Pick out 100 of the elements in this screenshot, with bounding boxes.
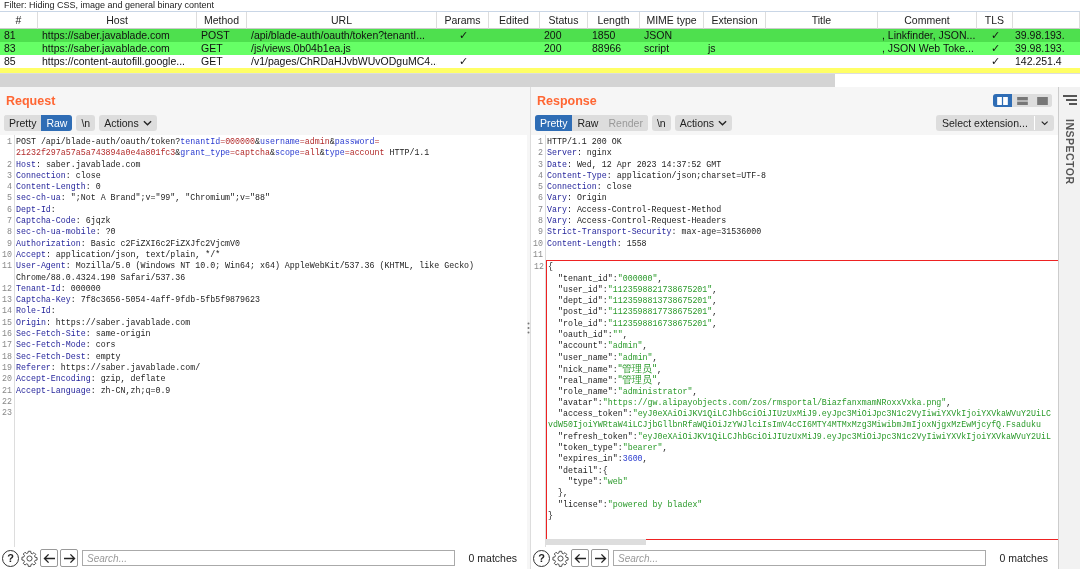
table-cell: https://saber.javablade.com [42, 42, 170, 54]
caret-icon [142, 120, 152, 126]
table-cell: , JSON Web Toke... [882, 42, 974, 54]
line-number: 20 [1, 373, 13, 385]
code-line: Vary: Origin [547, 192, 607, 204]
code-line: Chrome/88.0.4324.190 Safari/537.36 [16, 271, 186, 283]
code-line: Strict-Transport-Security: max-age=31536000 [547, 226, 762, 238]
line-number: 8 [6, 226, 13, 238]
code-line: Origin: https://saber.javablade.com [16, 316, 191, 329]
caret-icon [718, 120, 728, 126]
line-number: 10 [1, 248, 13, 261]
code-line: }, [556, 487, 568, 499]
scrollbar[interactable] [0, 73, 1080, 87]
code-line: 21232f297a57a5a743894a0e4a801fc3&grant_type=captcha&scope=all&type=account HTTP/1.1 [16, 147, 430, 159]
table-cell: 81 [4, 29, 16, 41]
code-line: Date: Wed, 12 Apr 2023 14:37:52 GMT [547, 158, 722, 170]
table-cell: GET [201, 42, 223, 54]
help-button[interactable]: ? [2, 549, 19, 567]
view-tab[interactable]: Raw [41, 115, 73, 131]
line-number: 13 [1, 294, 13, 306]
line-number: 2 [6, 158, 13, 170]
right-arrow-icon [62, 552, 76, 564]
table-cell: 142.251.4 [1015, 55, 1062, 67]
line-number: 12 [1, 282, 13, 295]
menu-icon[interactable] [1062, 95, 1077, 105]
help-button[interactable]: ? [533, 549, 550, 567]
code-line: sec-ch-ua-mobile: ?0 [16, 226, 116, 238]
drag-handle-icon[interactable] [527, 322, 530, 334]
code-line: Authorization: Basic c2FiZXI6c2FiZXJfc2VjcmV0 [16, 237, 241, 249]
code-line: Connection: close [547, 181, 632, 193]
code-line: "nick_name":"管理员", [556, 362, 662, 375]
view-tab[interactable]: Pretty [535, 115, 573, 131]
inspector-tab[interactable]: INSPECTOR [1063, 119, 1076, 185]
line-number: 5 [6, 192, 13, 204]
code-line: "user_id":"1123598821738675201", [556, 283, 718, 296]
line-number: 8 [537, 215, 544, 227]
table-cell: /api/blade-auth/oauth/token?tenantI... [251, 29, 425, 41]
actions-button[interactable]: Actions [674, 115, 733, 131]
table-cell: 88966 [592, 42, 622, 54]
code-line: "type":"web" [566, 475, 628, 488]
code-line: { [548, 261, 553, 273]
actions-button[interactable]: Actions [99, 115, 157, 131]
table-cell: js [708, 42, 716, 54]
line-number: 11 [1, 260, 13, 272]
left-arrow-icon [573, 552, 587, 564]
forward-button[interactable] [60, 549, 78, 567]
code-line: "avatar":"https://gw.alipayobjects.com/zos/rmsportal/BiazfanxmamNRoxxVxka.png", [556, 396, 952, 409]
back-button[interactable] [40, 549, 58, 567]
table-cell: POST [201, 29, 230, 41]
code-line: "license":"powered by bladex" [556, 498, 703, 510]
settings-icon[interactable] [21, 549, 38, 567]
line-number: 18 [1, 350, 13, 362]
table-cell: 200 [544, 42, 562, 54]
scrollbar[interactable] [546, 539, 646, 545]
table-cell: /js/views.0b04b1ea.js [251, 42, 351, 54]
code-line: Vary: Access-Control-Request-Headers [547, 215, 727, 227]
table-cell: 83 [4, 42, 16, 54]
settings-icon[interactable] [552, 549, 569, 567]
line-number: 22 [1, 395, 13, 408]
table-cell: 39.98.193. [1015, 29, 1065, 41]
code-line: "refresh_token":"eyJ0eXAiOiJKV1QiLCJhbGciOiJIUzUxMiJ9.eyJpc3MiOiJpc3N1c2VyIiwiYXVkIjoiYXVkaWVuY2UiL [556, 430, 1051, 442]
code-line: Dept-Id: [16, 203, 56, 216]
line-number: 16 [1, 328, 13, 340]
line-number: 10 [532, 237, 544, 249]
filter-bar[interactable]: Filter: Hiding CSS, image and general binary content [0, 0, 1080, 12]
code-line: vdW50IjoiYWRtaW4iLCJjbGllbnRfaWQiOiJzYWJlciIsImV4cCI6MTY4MTMxMzg3MiwibmJmIjoxNjgxMzEwMjcyfQ.Fsaduku [548, 419, 1041, 431]
code-line: Captcha-Key: 7f8c3656-5054-4aff-9fdb-5fb5f9879623 [16, 294, 260, 306]
back-button[interactable] [571, 549, 589, 567]
table-row[interactable]: 81 https://saber.javablade.com POST /api/blade-auth/oauth/token?tenantI... ✓ 200 1850 JSON , Linkfinder, JSON... ✓ 39.98.193. [0, 29, 1080, 42]
search-field[interactable]: Search... [613, 550, 986, 566]
newline-button[interactable]: \n [651, 115, 671, 131]
table-cell: script [644, 42, 670, 54]
left-arrow-icon [42, 552, 56, 564]
newline-button[interactable]: \n [76, 115, 96, 131]
table-row[interactable]: 83 https://saber.javablade.com GET /js/views.0b04b1ea.js 200 88966 script js , JSON Web Toke... ✓ 39.98.193. [0, 42, 1080, 55]
line-number: 5 [537, 181, 544, 193]
table-cell: , Linkfinder, JSON... [882, 29, 976, 41]
table-cell: ✓ [990, 29, 1000, 41]
match-count: 0 matches [467, 552, 518, 564]
code-line: Role-Id: [16, 305, 56, 317]
code-line: Connection: close [16, 169, 101, 182]
code-line: Captcha-Code: 6jqzk [16, 215, 111, 227]
extension-dropdown[interactable]: Select extension... [936, 115, 1054, 131]
table-cell: GET [201, 55, 223, 67]
code-line: Sec-Fetch-Site: same-origin [16, 328, 151, 340]
code-line: Content-Type: application/json;charset=UTF-8 [547, 169, 767, 182]
table-cell: 1850 [592, 29, 616, 41]
code-line: Accept-Encoding: gzip, deflate [16, 373, 166, 385]
line-number: 19 [1, 361, 13, 374]
code-line: } [548, 509, 553, 522]
layout-button[interactable] [993, 94, 1012, 107]
code-line: "role_id":"1123598816738675201", [556, 317, 718, 330]
code-line: HTTP/1.1 200 OK [547, 136, 622, 148]
forward-button[interactable] [591, 549, 609, 567]
search-field[interactable]: Search... [82, 550, 455, 566]
panel-title: Response [537, 93, 597, 108]
table-cell: 39.98.193. [1015, 42, 1065, 54]
line-number: 21 [1, 384, 13, 396]
code-line: Accept: application/json, text/plain, */* [16, 248, 221, 261]
code-line: "dept_id":"1123598813738675201", [556, 295, 718, 307]
